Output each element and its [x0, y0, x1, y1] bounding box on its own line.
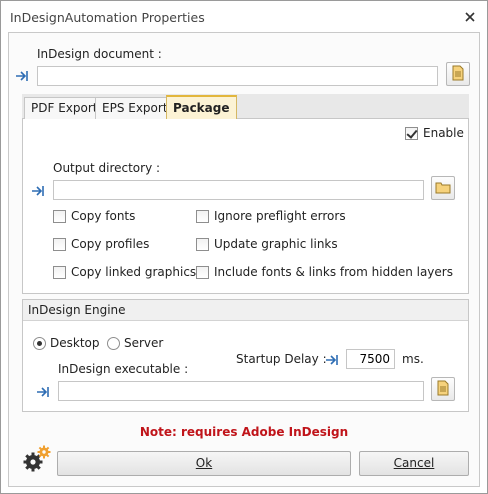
- document-path-input[interactable]: [37, 66, 438, 86]
- engine-group: InDesign Engine Desktop Server Startup D…: [22, 299, 469, 412]
- include-hidden-layers-checkbox[interactable]: [196, 266, 209, 279]
- package-panel: Enable Output directory : Copy fonts Cop…: [22, 119, 469, 294]
- cancel-button[interactable]: Cancel: [359, 451, 469, 476]
- copy-fonts-checkbox[interactable]: [53, 210, 66, 223]
- arrow-to-field-icon: [36, 386, 50, 398]
- browse-document-button[interactable]: [446, 62, 470, 86]
- enable-checkbox[interactable]: [405, 127, 418, 140]
- output-directory-label: Output directory :: [53, 161, 161, 175]
- startup-delay-unit: ms.: [402, 352, 424, 366]
- document-label: InDesign document :: [37, 47, 162, 61]
- tab-eps-export[interactable]: EPS Export: [95, 97, 175, 119]
- window-title: InDesignAutomation Properties: [10, 10, 205, 25]
- requirement-note: Note: requires Adobe InDesign: [139, 425, 349, 439]
- dialog-content: InDesign document : PDF Export EPS Expor…: [8, 32, 480, 487]
- copy-profiles-checkbox[interactable]: [53, 238, 66, 251]
- server-label: Server: [124, 336, 164, 350]
- document-browse-icon: [451, 65, 465, 84]
- ignore-preflight-checkbox[interactable]: [196, 210, 209, 223]
- startup-delay-input[interactable]: [346, 349, 395, 369]
- engine-group-title: InDesign Engine: [23, 300, 468, 321]
- copy-linked-graphics-checkbox[interactable]: [53, 266, 66, 279]
- enable-label: Enable: [423, 126, 464, 140]
- arrow-to-field-icon: [15, 70, 29, 82]
- browse-output-button[interactable]: [431, 176, 455, 200]
- ok-button[interactable]: Ok: [57, 451, 351, 476]
- executable-label: InDesign executable :: [58, 362, 189, 376]
- copy-profiles-label: Copy profiles: [71, 237, 150, 251]
- properties-dialog: InDesignAutomation Properties InDesign d…: [0, 0, 488, 494]
- output-directory-input[interactable]: [53, 180, 424, 200]
- ignore-preflight-label: Ignore preflight errors: [214, 209, 346, 223]
- browse-executable-button[interactable]: [431, 377, 455, 401]
- copy-fonts-label: Copy fonts: [71, 209, 136, 223]
- close-icon[interactable]: [460, 7, 480, 27]
- tab-strip: PDF Export EPS Export Package: [22, 94, 469, 120]
- startup-delay-label: Startup Delay :: [236, 352, 327, 366]
- include-hidden-layers-label: Include fonts & links from hidden layers: [214, 265, 453, 279]
- desktop-label: Desktop: [50, 336, 100, 350]
- copy-linked-graphics-label: Copy linked graphics: [71, 265, 197, 279]
- executable-input[interactable]: [58, 381, 424, 401]
- arrow-to-field-icon: [31, 185, 45, 197]
- settings-gears-icon: [22, 444, 52, 474]
- desktop-radio[interactable]: [33, 337, 46, 350]
- update-graphic-links-label: Update graphic links: [214, 237, 338, 251]
- tab-pdf-export[interactable]: PDF Export: [24, 97, 105, 119]
- server-radio[interactable]: [107, 337, 120, 350]
- document-browse-icon: [436, 380, 450, 399]
- tab-package[interactable]: Package: [166, 95, 237, 120]
- update-graphic-links-checkbox[interactable]: [196, 238, 209, 251]
- folder-browse-icon: [435, 180, 451, 197]
- arrow-to-field-icon: [325, 354, 339, 366]
- title-bar: InDesignAutomation Properties: [1, 1, 487, 33]
